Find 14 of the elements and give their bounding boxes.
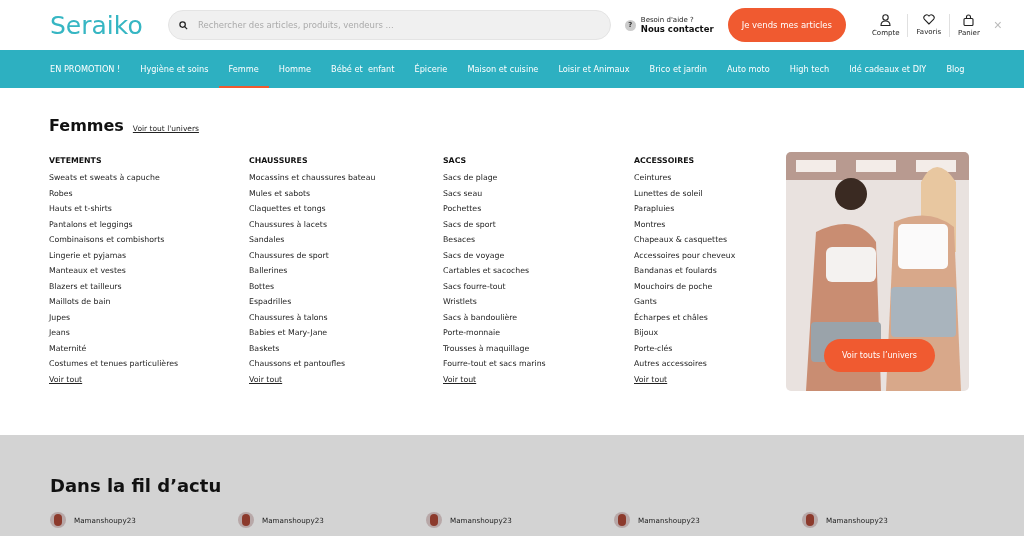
bag-icon [963, 13, 975, 26]
avatar[interactable] [238, 512, 254, 528]
avatar[interactable] [426, 512, 442, 528]
search-icon [179, 20, 188, 30]
avatar[interactable] [802, 512, 818, 528]
avatar[interactable] [50, 512, 66, 528]
section-title: Dans la fil d’actu [50, 475, 223, 496]
avatar[interactable] [614, 512, 630, 528]
contact-link[interactable]: Nous contacter [640, 24, 714, 34]
heart-icon [922, 13, 935, 25]
search-bar[interactable]: Rechercher des articles, produits, vendeurs ... [168, 10, 611, 40]
user-icon [880, 13, 892, 26]
search-field[interactable]: Rechercher des articles, produits, vendeurs ... [196, 19, 600, 31]
menu-title: Femmes [49, 116, 124, 135]
